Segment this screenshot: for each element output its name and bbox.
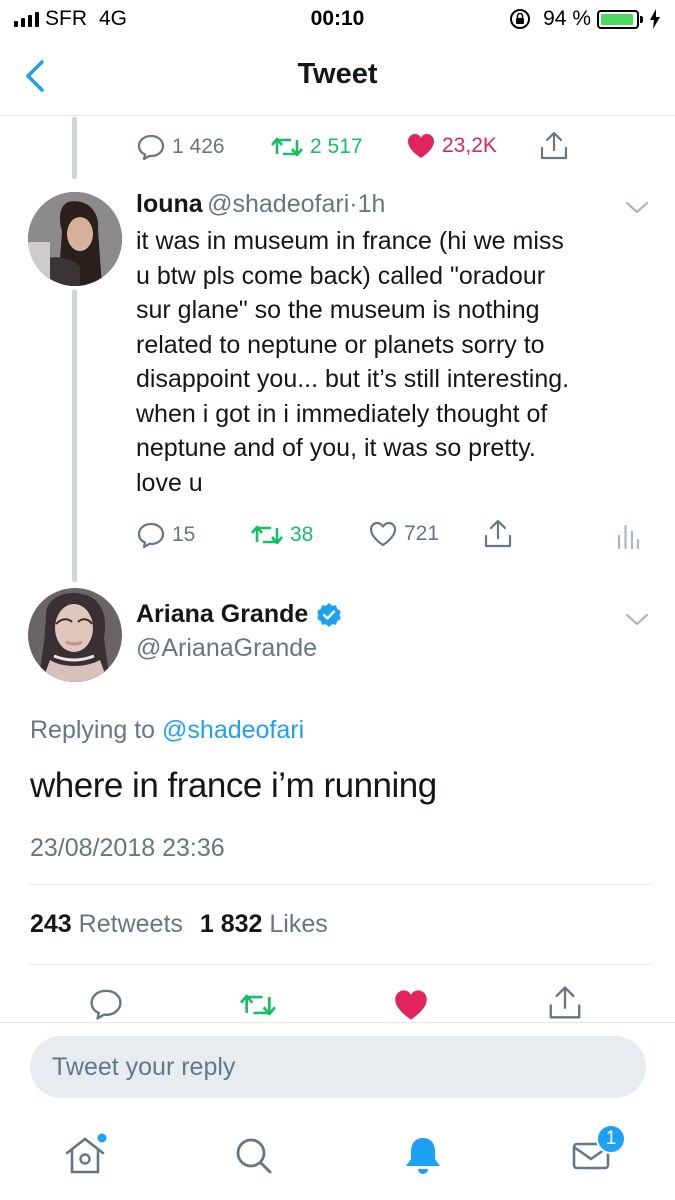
retweet-count: 2 517 <box>310 135 363 158</box>
like-stat[interactable]: 1 832 Likes <box>200 910 328 938</box>
notifications-bell-icon[interactable] <box>400 1132 446 1178</box>
retweet-stat-count: 243 <box>30 910 72 938</box>
retweet-action[interactable]: 2 517 <box>270 132 363 162</box>
battery-percent: 94 % <box>543 7 591 30</box>
main-retweet-icon[interactable] <box>238 988 278 1022</box>
replying-prefix: Replying to <box>30 716 156 744</box>
share-icon <box>540 131 568 160</box>
louna-tweet-text: it was in museum in france (hi we miss u… <box>136 224 666 500</box>
main-tweet-timestamp: 23/08/2018 23:36 <box>30 834 225 862</box>
status-right: 94 % <box>509 7 661 31</box>
main-like-icon[interactable] <box>392 988 430 1022</box>
louna-retweet-count: 38 <box>290 523 314 546</box>
replying-to-line: Replying to @shadeofari <box>30 716 304 745</box>
battery-icon <box>597 9 643 29</box>
louna-separator: · <box>349 190 358 218</box>
retweet-stat[interactable]: 243 Retweets <box>30 910 190 938</box>
louna-handle[interactable]: @shadeofari <box>207 190 349 218</box>
retweet-icon <box>251 525 283 545</box>
tweet-reply-input[interactable]: Tweet your reply <box>30 1036 646 1098</box>
louna-like-count: 721 <box>404 522 440 545</box>
louna-text-line: it was in museum in france (hi we miss <box>136 227 564 255</box>
divider-timestamp <box>30 884 652 885</box>
orientation-lock-icon <box>510 9 531 29</box>
reply-count: 1 426 <box>172 135 225 158</box>
avatar-louna-image <box>28 192 122 286</box>
like-stat-label: Likes <box>269 910 328 938</box>
verified-badge-icon <box>317 602 342 627</box>
louna-name[interactable]: louna <box>136 190 203 218</box>
louna-text-line: when i got in i immediately thought of <box>136 399 548 428</box>
heart-filled-icon <box>408 134 434 158</box>
nav-bar: Tweet <box>0 38 675 116</box>
reply-icon <box>137 134 165 161</box>
status-bar: SFR 4G 00:10 94 % <box>0 0 675 38</box>
louna-share-action[interactable] <box>482 518 514 550</box>
divider-actions <box>0 1022 675 1023</box>
avatar-ariana[interactable] <box>28 588 122 682</box>
home-icon[interactable] <box>62 1132 108 1178</box>
louna-analytics-action[interactable] <box>616 520 640 550</box>
louna-more-chevron-icon[interactable] <box>624 200 650 216</box>
charging-bolt-icon <box>650 9 660 29</box>
main-reply-icon[interactable] <box>88 986 124 1022</box>
retweet-stat-label: Retweets <box>78 910 183 938</box>
engagement-stats: 243 Retweets 1 832 Likes <box>30 910 328 939</box>
avatar-louna[interactable] <box>28 192 122 286</box>
louna-tweet-actions: 15 38 721 <box>0 516 675 556</box>
louna-text-line: disappoint you... but it’s still interes… <box>136 365 570 393</box>
louna-reply-count: 15 <box>172 523 196 546</box>
louna-text-line: neptune and of you, it was so pretty. <box>136 434 536 462</box>
retweet-icon <box>271 137 303 157</box>
parent-tweet-actions: 1 426 2 517 23,2K <box>0 130 675 166</box>
like-stat-count: 1 832 <box>199 910 263 938</box>
main-share-icon[interactable] <box>546 984 584 1022</box>
reply-placeholder: Tweet your reply <box>52 1052 236 1081</box>
louna-time: 1h <box>357 190 386 218</box>
tab-bar: 1 <box>0 1108 675 1200</box>
louna-text-line: love u <box>136 468 203 497</box>
louna-header: louna @shadeofari·1h <box>136 190 385 222</box>
main-tweet-text: where in france i’m running <box>30 766 437 805</box>
like-action[interactable]: 23,2K <box>406 132 497 160</box>
messages-badge: 1 <box>596 1124 626 1154</box>
page-title: Tweet <box>297 58 378 90</box>
louna-retweet-action[interactable]: 38 <box>250 520 313 550</box>
analytics-icon <box>617 524 640 550</box>
share-icon <box>484 519 512 548</box>
ariana-more-chevron-icon[interactable] <box>624 612 650 628</box>
ariana-header: Ariana Grande <box>136 600 342 629</box>
battery-fill <box>601 13 633 25</box>
louna-reply-action[interactable]: 15 <box>136 520 195 550</box>
divider-stats <box>30 964 652 965</box>
share-action[interactable] <box>538 130 570 162</box>
reply-icon <box>137 522 165 549</box>
ariana-name[interactable]: Ariana Grande <box>136 600 308 629</box>
search-icon[interactable] <box>230 1132 276 1178</box>
louna-like-action[interactable]: 721 <box>368 520 439 548</box>
reply-action[interactable]: 1 426 <box>136 132 225 162</box>
louna-text-line: related to neptune or planets sorry to <box>136 330 545 359</box>
messages-tab[interactable]: 1 <box>568 1124 626 1178</box>
like-count: 23,2K <box>442 134 497 157</box>
louna-text-line: u btw pls come back) called "oradour <box>136 261 546 290</box>
louna-text-line: sur glane" so the museum is nothing <box>136 296 540 324</box>
ariana-handle[interactable]: @ArianaGrande <box>136 634 317 663</box>
avatar-ariana-image <box>28 588 122 682</box>
replying-to-link[interactable]: @shadeofari <box>162 716 304 744</box>
heart-outline-icon <box>369 521 397 547</box>
main-tweet-actions <box>0 984 675 1024</box>
